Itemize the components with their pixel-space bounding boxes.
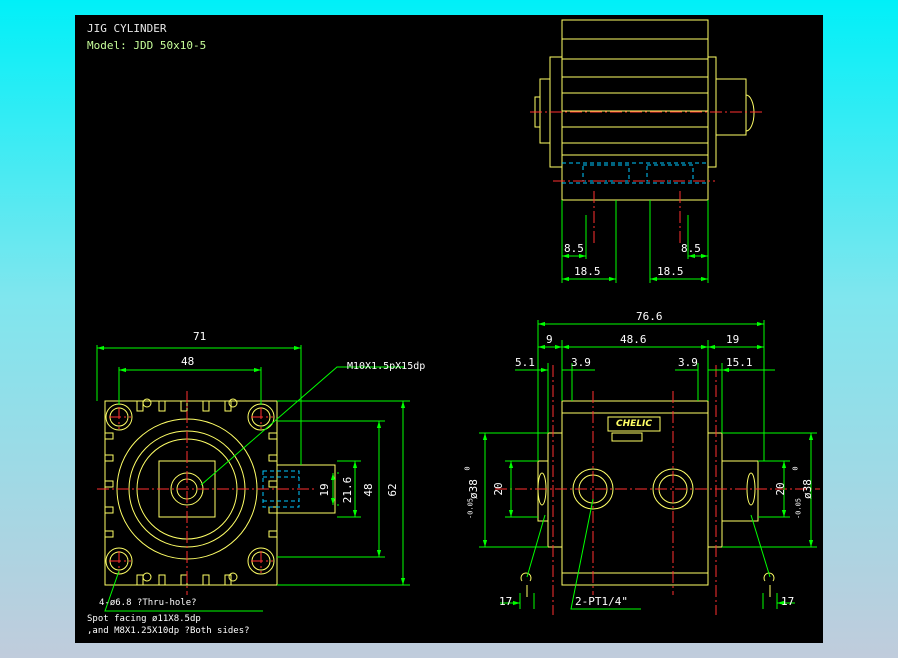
tol-lower-right: -0.05 <box>794 497 803 520</box>
model-label: Model: JDD 50x10-5 <box>87 39 207 52</box>
top-body-outline <box>534 19 755 201</box>
dim-side-15-1: 15.1 <box>726 356 753 369</box>
dim-side-3-9-right: 3.9 <box>678 356 698 369</box>
top-hidden-ports <box>562 162 708 184</box>
tol-lower-left: -0.05 <box>466 497 475 520</box>
side-centerlines <box>495 365 820 615</box>
cad-drawing <box>96 19 820 615</box>
dim-front-21-6: 21.6 <box>341 476 354 504</box>
brand-plate: CHELIC <box>616 419 652 429</box>
hole-note-2: Spot facing ø11X8.5dp <box>87 614 201 624</box>
dim-top-8-5-left: 8.5 <box>564 242 584 255</box>
dim-side-48-6: 48.6 <box>620 333 647 346</box>
dim-side-3-9-left: 3.9 <box>571 356 591 369</box>
dim-side-17-left: 17 <box>499 595 513 608</box>
dim-side-20-left: 20 <box>492 482 505 496</box>
dim-front-62: 62 <box>386 483 399 497</box>
port-note: 2-PT1/4" <box>575 595 628 608</box>
dim-side-9: 9 <box>546 333 553 346</box>
hole-note-1: 4-ø6.8 ?Thru-hole? <box>99 598 197 608</box>
dim-side-20-right: 20 <box>774 482 787 496</box>
dim-side-19: 19 <box>726 333 740 346</box>
thread-callout: M10X1.5pX15dp <box>347 361 426 372</box>
cad-drawing-canvas: JIG CYLINDER Model: JDD 50x10-5 CHELIC 7… <box>75 15 823 643</box>
dim-front-48-width: 48 <box>181 355 195 368</box>
dim-front-19: 19 <box>318 483 331 497</box>
dim-side-17-right: 17 <box>781 595 795 608</box>
dim-side-5-1: 5.1 <box>515 356 535 369</box>
dim-top-8-5-right: 8.5 <box>681 242 701 255</box>
dim-top-18-5-right: 18.5 <box>657 265 684 278</box>
tol-upper-left: 0 <box>463 466 472 471</box>
dim-side-76-6: 76.6 <box>636 310 663 323</box>
dim-top-18-5-left: 18.5 <box>574 265 601 278</box>
hole-note-3: ,and M8X1.25X10dp ?Both sides? <box>87 626 250 636</box>
drawing-title: JIG CYLINDER <box>87 22 167 35</box>
dim-front-71: 71 <box>193 330 207 343</box>
side-body-outline <box>520 400 775 597</box>
top-centerlines <box>530 111 765 245</box>
dim-front-48-height: 48 <box>362 483 375 497</box>
tol-upper-right: 0 <box>791 466 800 471</box>
